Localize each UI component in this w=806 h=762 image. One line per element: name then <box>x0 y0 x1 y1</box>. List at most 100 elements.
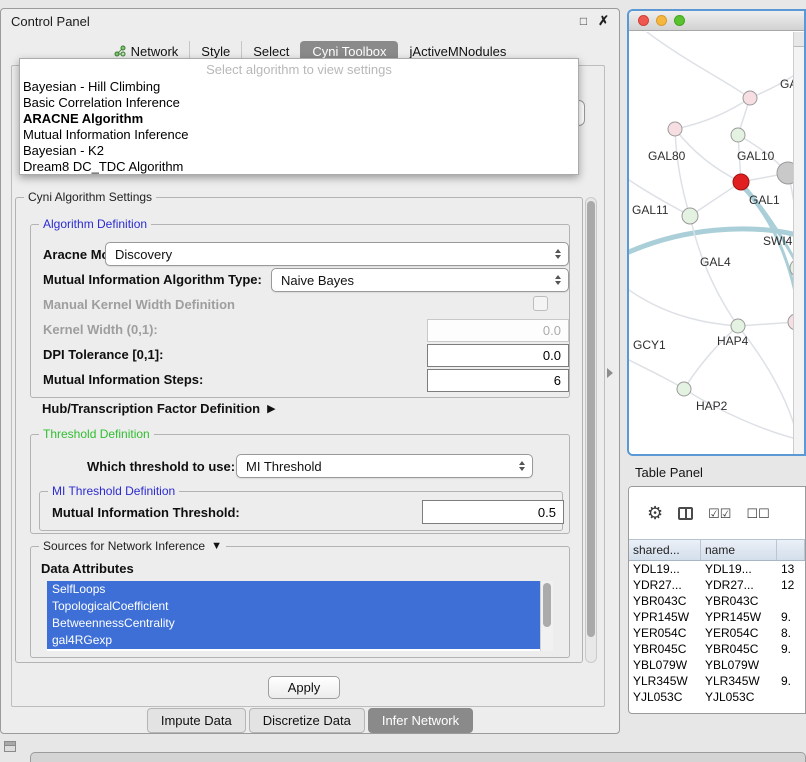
aracne-mode-select[interactable]: Discovery <box>105 242 569 266</box>
hub-section-label: Hub/Transcription Factor Definition <box>42 401 260 416</box>
mi-type-select[interactable]: Naive Bayes <box>271 268 569 292</box>
attribute-item[interactable]: BetweennessCentrality <box>47 615 540 632</box>
node-label: GAL10 <box>737 149 775 163</box>
table-cell: 9. <box>777 609 805 625</box>
table-row[interactable]: YBR043CYBR043C <box>629 593 805 609</box>
restore-panel-icon[interactable] <box>4 741 16 752</box>
deselect-all-checkboxes-icon[interactable]: ☐☐ <box>746 507 769 520</box>
table-cell: YBR045C <box>701 641 777 657</box>
table-cell: YER054C <box>701 625 777 641</box>
table-cell: YDR27... <box>629 577 701 593</box>
tab-impute-data[interactable]: Impute Data <box>147 708 246 733</box>
table-body: YDL19...YDL19...13YDR27...YDR27...12YBR0… <box>629 561 805 705</box>
table-row[interactable]: YBL079WYBL079W <box>629 657 805 673</box>
manual-kernel-checkbox[interactable] <box>533 296 548 311</box>
network-edge[interactable] <box>684 389 793 438</box>
network-scrollbar[interactable] <box>793 32 804 454</box>
network-node[interactable] <box>677 382 691 396</box>
desktop: Control Panel □ ✗ Network Style Select C… <box>0 0 806 762</box>
network-node[interactable] <box>731 128 745 142</box>
table-row[interactable]: YPR145WYPR145W9. <box>629 609 805 625</box>
hub-section-header[interactable]: Hub/Transcription Factor Definition ▶ <box>42 401 276 416</box>
which-threshold-select[interactable]: MI Threshold <box>236 454 533 478</box>
sources-group-title[interactable]: Sources for Network Inference ▼ <box>39 539 226 553</box>
minimize-traffic-light[interactable] <box>656 15 667 26</box>
table-cell: YJL053C <box>629 689 701 705</box>
algorithm-definition-group: Algorithm Definition Aracne Mode: Discov… <box>30 224 570 398</box>
dpi-tolerance-field[interactable]: 0.0 <box>427 344 569 367</box>
table-panel-window: ⚙ ☑☑ ☐☐ shared... name YDL19...YDL19...1… <box>628 486 806 714</box>
algorithm-option-selected[interactable]: ARACNE Algorithm <box>20 111 578 127</box>
network-edge[interactable] <box>738 322 793 326</box>
network-node[interactable] <box>682 208 698 224</box>
table-row[interactable]: YDL19...YDL19...13 <box>629 561 805 577</box>
network-canvas[interactable]: GALGAL80GAL10GAL11GAL1SWI4GAL4GCY1HAP4HA… <box>629 32 793 454</box>
attribute-item[interactable]: SelfLoops <box>47 581 540 598</box>
network-edge[interactable] <box>690 182 741 216</box>
network-node[interactable] <box>668 122 682 136</box>
float-window-icon[interactable]: □ <box>580 14 587 28</box>
tab-discretize-data[interactable]: Discretize Data <box>249 708 365 733</box>
attributes-scrollbar-thumb[interactable] <box>543 583 551 627</box>
table-row[interactable]: YDR27...YDR27...12 <box>629 577 805 593</box>
network-edge[interactable] <box>647 32 750 98</box>
network-node[interactable] <box>733 174 749 190</box>
table-cell: YPR145W <box>701 609 777 625</box>
network-node[interactable] <box>731 319 745 333</box>
expand-right-icon: ▶ <box>267 402 275 415</box>
network-scrollbar-button[interactable] <box>794 32 804 47</box>
algorithm-option[interactable]: Basic Correlation Inference <box>20 95 578 111</box>
column-header-partial[interactable] <box>777 540 805 560</box>
tab-label: Cyni Toolbox <box>312 45 386 58</box>
table-cell: YBR043C <box>629 593 701 609</box>
control-panel-titlebar: Control Panel □ ✗ <box>1 9 619 33</box>
algorithm-option[interactable]: Mutual Information Inference <box>20 127 578 143</box>
column-header-shared-name[interactable]: shared... <box>629 540 701 560</box>
mi-threshold-field[interactable]: 0.5 <box>422 500 564 524</box>
table-row[interactable]: YBR045CYBR045C9. <box>629 641 805 657</box>
attributes-scrollbar[interactable] <box>540 581 553 651</box>
table-cell <box>777 689 805 705</box>
network-node[interactable] <box>743 91 757 105</box>
apply-button[interactable]: Apply <box>268 676 340 699</box>
combo-arrows-icon <box>555 275 561 285</box>
node-label: GAL <box>780 77 793 91</box>
table-row[interactable]: YLR345WYLR345W9. <box>629 673 805 689</box>
attribute-item[interactable]: gal4RGexp <box>47 632 540 649</box>
table-row[interactable]: YER054CYER054C8. <box>629 625 805 641</box>
network-edge[interactable] <box>629 290 738 326</box>
settings-scrollbar[interactable] <box>585 197 597 663</box>
window-title: Control Panel <box>11 14 90 29</box>
algorithm-option[interactable]: Bayesian - K2 <box>20 143 578 159</box>
table-header: shared... name <box>629 539 805 561</box>
mi-type-label: Mutual Information Algorithm Type: <box>43 272 262 287</box>
settings-scrollbar-thumb[interactable] <box>587 201 595 637</box>
select-all-checkboxes-icon[interactable]: ☑☑ <box>708 507 731 520</box>
dpi-tolerance-value: 0.0 <box>543 348 561 363</box>
close-traffic-light[interactable] <box>638 15 649 26</box>
table-cell: 13 <box>777 561 805 577</box>
gear-icon[interactable]: ⚙ <box>647 504 663 522</box>
table-cell: 8. <box>777 625 805 641</box>
network-edge[interactable] <box>675 129 690 216</box>
algorithm-option[interactable]: Bayesian - Hill Climbing <box>20 79 578 95</box>
attribute-item[interactable]: TopologicalCoefficient <box>47 598 540 615</box>
table-cell: YLR345W <box>629 673 701 689</box>
kernel-width-field[interactable]: 0.0 <box>427 319 569 342</box>
data-attributes-list[interactable]: SelfLoopsTopologicalCoefficientBetweenne… <box>47 581 553 651</box>
column-header-name[interactable]: name <box>701 540 777 560</box>
panel-splitter-arrow[interactable] <box>607 368 613 378</box>
collapsed-bottom-panel[interactable] <box>30 752 806 762</box>
table-row[interactable]: YJL053CYJL053C <box>629 689 805 705</box>
kernel-width-value: 0.0 <box>543 323 561 338</box>
zoom-traffic-light[interactable] <box>674 15 685 26</box>
table-cell: YBL079W <box>629 657 701 673</box>
columns-icon[interactable] <box>678 507 693 520</box>
tab-infer-network[interactable]: Infer Network <box>368 708 473 733</box>
network-edge[interactable] <box>629 360 684 389</box>
close-icon[interactable]: ✗ <box>598 13 609 29</box>
network-edge[interactable] <box>675 98 750 129</box>
mi-steps-field[interactable]: 6 <box>427 369 569 392</box>
algorithm-definition-title: Algorithm Definition <box>39 217 151 231</box>
algorithm-option[interactable]: Dream8 DC_TDC Algorithm <box>20 159 578 175</box>
